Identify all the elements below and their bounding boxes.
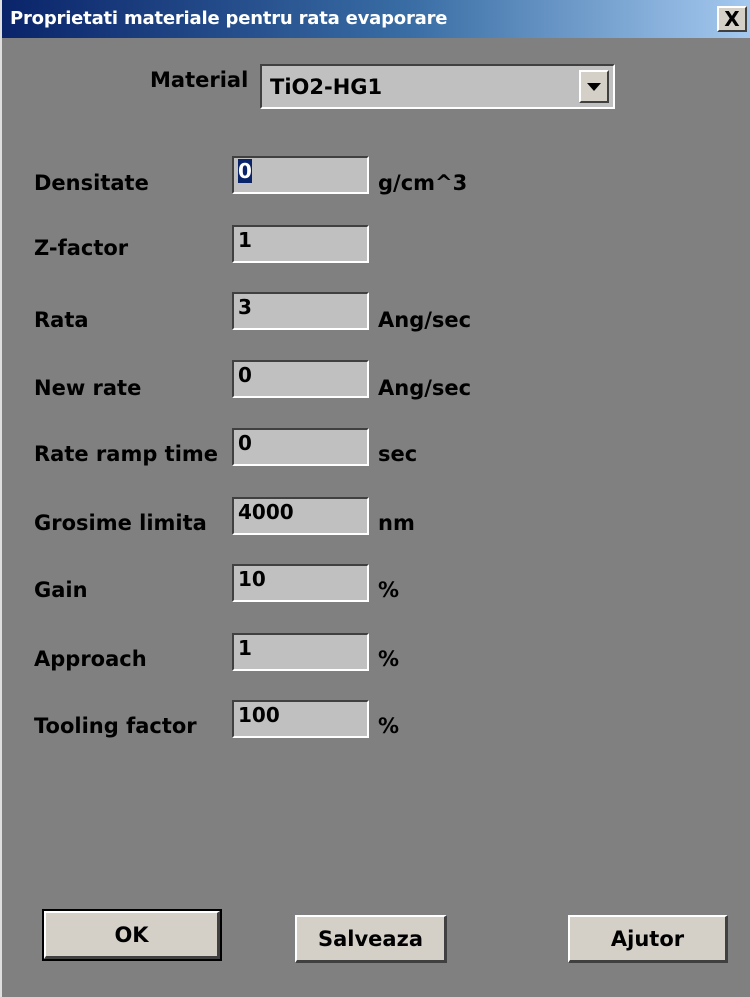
grosime-limita-label: Grosime limita bbox=[34, 511, 207, 535]
tooling-factor-value: 100 bbox=[238, 703, 280, 727]
grosime-limita-value: 4000 bbox=[238, 500, 294, 524]
new-rate-input[interactable]: 0 bbox=[232, 360, 369, 398]
grosime-limita-unit: nm bbox=[378, 511, 415, 535]
material-selected-value: TiO2-HG1 bbox=[270, 75, 383, 99]
rate-ramp-time-value: 0 bbox=[238, 431, 252, 455]
dialog-window: Proprietati materiale pentru rata evapor… bbox=[0, 0, 750, 997]
rata-input[interactable]: 3 bbox=[232, 292, 369, 330]
close-button[interactable]: X bbox=[717, 6, 747, 32]
material-dropdown[interactable]: TiO2-HG1 bbox=[260, 64, 615, 109]
tooling-factor-input[interactable]: 100 bbox=[232, 700, 369, 738]
tooling-factor-unit: % bbox=[378, 714, 400, 738]
save-button-label: Salveaza bbox=[318, 926, 423, 951]
rate-ramp-time-unit: sec bbox=[378, 442, 418, 466]
rata-unit: Ang/sec bbox=[378, 308, 472, 332]
material-label: Material bbox=[150, 68, 249, 92]
approach-label: Approach bbox=[34, 647, 147, 671]
save-button[interactable]: Salveaza bbox=[295, 915, 447, 963]
z-factor-label: Z-factor bbox=[34, 236, 129, 260]
approach-unit: % bbox=[378, 647, 400, 671]
approach-value: 1 bbox=[238, 636, 252, 660]
new-rate-label: New rate bbox=[34, 376, 142, 400]
gain-unit: % bbox=[378, 578, 400, 602]
dropdown-button[interactable] bbox=[579, 70, 609, 103]
gain-label: Gain bbox=[34, 578, 88, 602]
title-bar[interactable]: Proprietati materiale pentru rata evapor… bbox=[2, 0, 750, 38]
densitate-label: Densitate bbox=[34, 171, 149, 195]
densitate-value: 0 bbox=[238, 159, 252, 183]
rate-ramp-time-input[interactable]: 0 bbox=[232, 428, 369, 466]
help-button-label: Ajutor bbox=[610, 926, 685, 951]
z-factor-input[interactable]: 1 bbox=[232, 225, 369, 263]
tooling-factor-label: Tooling factor bbox=[34, 714, 197, 738]
gain-input[interactable]: 10 bbox=[232, 564, 369, 602]
rata-label: Rata bbox=[34, 308, 89, 332]
ok-button-label: OK bbox=[114, 922, 149, 947]
close-icon: X bbox=[724, 7, 740, 31]
help-button[interactable]: Ajutor bbox=[568, 915, 728, 963]
gain-value: 10 bbox=[238, 567, 266, 591]
grosime-limita-input[interactable]: 4000 bbox=[232, 497, 369, 535]
new-rate-unit: Ang/sec bbox=[378, 376, 472, 400]
densitate-unit: g/cm^3 bbox=[378, 171, 468, 195]
window-title: Proprietati materiale pentru rata evapor… bbox=[10, 8, 448, 29]
chevron-down-icon bbox=[587, 82, 601, 91]
ok-button[interactable]: OK bbox=[42, 909, 222, 961]
approach-input[interactable]: 1 bbox=[232, 633, 369, 671]
new-rate-value: 0 bbox=[238, 363, 252, 387]
z-factor-value: 1 bbox=[238, 228, 252, 252]
rate-ramp-time-label: Rate ramp time bbox=[34, 442, 219, 466]
rata-value: 3 bbox=[238, 295, 252, 319]
densitate-input[interactable]: 0 bbox=[232, 156, 369, 194]
